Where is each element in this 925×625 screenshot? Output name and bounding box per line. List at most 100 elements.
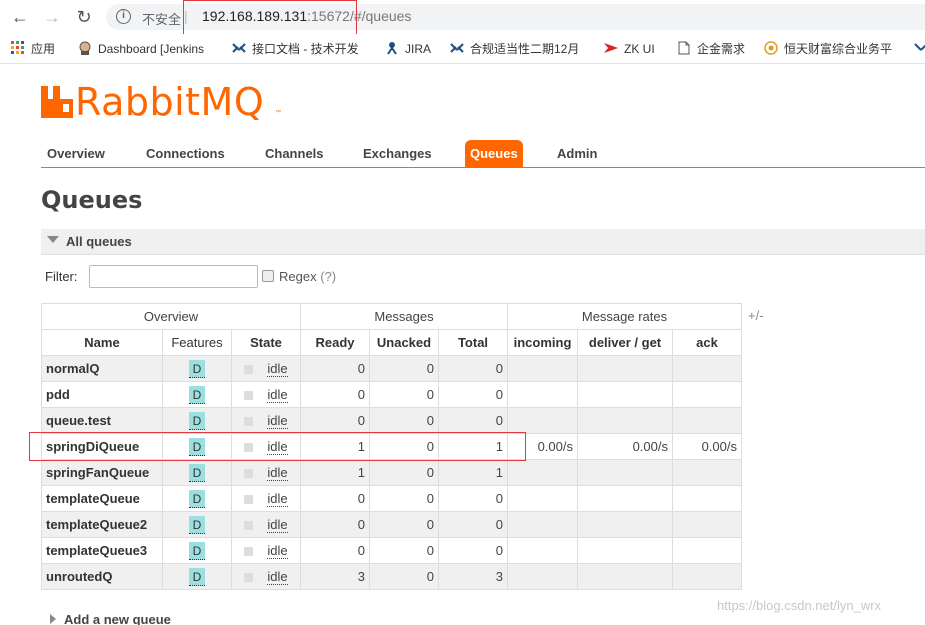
table-row[interactable]: templateQueue2 D idle 0 0 0 xyxy=(41,511,742,538)
queue-name-link[interactable]: pdd xyxy=(41,381,163,408)
state-indicator-icon xyxy=(244,521,254,531)
ack-cell xyxy=(672,511,742,538)
features-cell: D xyxy=(162,407,232,434)
table-row[interactable]: pdd D idle 0 0 0 xyxy=(41,381,742,408)
bookmark-jira[interactable]: JIRA xyxy=(385,41,431,57)
bookmark-zk-ui[interactable]: ZK UI xyxy=(604,41,655,57)
table-row[interactable]: queue.test D idle 0 0 0 xyxy=(41,407,742,434)
queue-name-link[interactable]: templateQueue3 xyxy=(41,537,163,564)
table-row[interactable]: templateQueue D idle 0 0 0 xyxy=(41,485,742,512)
tab-connections[interactable]: Connections xyxy=(141,140,230,167)
filter-input[interactable] xyxy=(89,265,258,288)
queue-name-link[interactable]: springFanQueue xyxy=(41,459,163,486)
state-text: idle xyxy=(267,517,288,533)
zk-arrow-icon xyxy=(604,43,618,53)
column-header-name[interactable]: Name xyxy=(41,329,163,356)
queue-name-link[interactable]: queue.test xyxy=(41,407,163,434)
queue-name-link[interactable]: templateQueue xyxy=(41,485,163,512)
group-header-messages: Messages xyxy=(300,303,508,330)
features-cell: D xyxy=(162,563,232,590)
confluence-icon xyxy=(232,43,246,53)
ready-cell: 1 xyxy=(300,459,370,486)
column-header-deliver-get[interactable]: deliver / get xyxy=(577,329,673,356)
ready-cell: 0 xyxy=(300,381,370,408)
features-cell: D xyxy=(162,511,232,538)
bookmark-jenkins[interactable]: Dashboard [Jenkins xyxy=(78,41,204,57)
add-queue-section-header[interactable]: Add a new queue xyxy=(50,612,171,625)
durable-badge: D xyxy=(189,463,205,482)
features-cell: D xyxy=(162,537,232,564)
state-cell: idle xyxy=(231,563,301,590)
tab-overview[interactable]: Overview xyxy=(42,140,110,167)
ready-cell: 0 xyxy=(300,407,370,434)
bookmark-label: 合规适当性二期12月 xyxy=(470,42,580,56)
features-cell: D xyxy=(162,485,232,512)
column-header-unacked[interactable]: Unacked xyxy=(369,329,439,356)
column-header-incoming[interactable]: incoming xyxy=(507,329,578,356)
bookmark-overflow[interactable] xyxy=(914,41,925,57)
durable-badge: D xyxy=(189,411,205,430)
column-header-total[interactable]: Total xyxy=(438,329,508,356)
tab-channels[interactable]: Channels xyxy=(260,140,329,167)
hengtian-icon xyxy=(764,41,778,55)
total-cell: 1 xyxy=(438,459,508,486)
unacked-cell: 0 xyxy=(369,407,439,434)
forward-arrow-icon[interactable]: → xyxy=(40,6,64,28)
table-row[interactable]: springFanQueue D idle 1 0 1 xyxy=(41,459,742,486)
info-icon[interactable]: i xyxy=(116,9,131,24)
bookmark-api-docs[interactable]: 接口文档 - 技术开发 xyxy=(232,41,359,57)
regex-checkbox[interactable] xyxy=(262,270,274,282)
state-cell: idle xyxy=(231,355,301,382)
state-text: idle xyxy=(267,361,288,377)
column-header-state[interactable]: State xyxy=(231,329,301,356)
features-cell: D xyxy=(162,355,232,382)
queue-name-link[interactable]: unroutedQ xyxy=(41,563,163,590)
tab-queues[interactable]: Queues xyxy=(465,140,523,167)
confluence-icon xyxy=(914,43,925,51)
column-header-ack[interactable]: ack xyxy=(672,329,742,356)
table-column-header-row: Name Features State Ready Unacked Total … xyxy=(41,329,742,356)
unacked-cell: 0 xyxy=(369,381,439,408)
regex-help-link[interactable]: (?) xyxy=(320,269,336,284)
durable-badge: D xyxy=(189,567,205,586)
column-header-ready[interactable]: Ready xyxy=(300,329,370,356)
table-row[interactable]: unroutedQ D idle 3 0 3 xyxy=(41,563,742,590)
durable-badge: D xyxy=(189,359,205,378)
bookmark-apps[interactable]: 应用 xyxy=(11,41,55,57)
page-title: Queues xyxy=(41,186,143,214)
state-text: idle xyxy=(267,569,288,585)
unacked-cell: 0 xyxy=(369,511,439,538)
reload-icon[interactable]: ↻ xyxy=(72,6,96,28)
expand-triangle-icon[interactable] xyxy=(50,614,56,624)
total-cell: 0 xyxy=(438,511,508,538)
ready-cell: 3 xyxy=(300,563,370,590)
all-queues-section-header[interactable]: All queues xyxy=(41,229,925,255)
filter-label: Filter: xyxy=(45,269,78,284)
column-header-features: Features xyxy=(162,329,232,356)
tab-exchanges[interactable]: Exchanges xyxy=(358,140,437,167)
insecure-label: 不安全 xyxy=(142,12,182,27)
bookmark-compliance[interactable]: 合规适当性二期12月 xyxy=(450,41,579,57)
deliver-get-cell xyxy=(577,563,673,590)
total-cell: 0 xyxy=(438,537,508,564)
queue-name-link[interactable]: templateQueue2 xyxy=(41,511,163,538)
state-indicator-icon xyxy=(244,417,254,427)
total-cell: 0 xyxy=(438,485,508,512)
state-text: idle xyxy=(267,465,288,481)
table-row[interactable]: normalQ D idle 0 0 0 xyxy=(41,355,742,382)
collapse-triangle-icon[interactable] xyxy=(47,236,59,243)
state-text: idle xyxy=(267,491,288,507)
tab-admin[interactable]: Admin xyxy=(552,140,602,167)
bookmark-corp-needs[interactable]: 企金需求 xyxy=(677,41,745,57)
deliver-get-cell xyxy=(577,381,673,408)
column-toggle-link[interactable]: +/- xyxy=(748,308,764,323)
table-row[interactable]: templateQueue3 D idle 0 0 0 xyxy=(41,537,742,564)
back-arrow-icon[interactable]: ← xyxy=(8,6,32,28)
ack-cell xyxy=(672,459,742,486)
confluence-icon xyxy=(450,43,464,53)
bookmark-hengtian[interactable]: 恒天财富综合业务平 xyxy=(764,41,892,57)
deliver-get-cell xyxy=(577,511,673,538)
queue-name-link[interactable]: normalQ xyxy=(41,355,163,382)
state-indicator-icon xyxy=(244,495,254,505)
total-cell: 0 xyxy=(438,381,508,408)
